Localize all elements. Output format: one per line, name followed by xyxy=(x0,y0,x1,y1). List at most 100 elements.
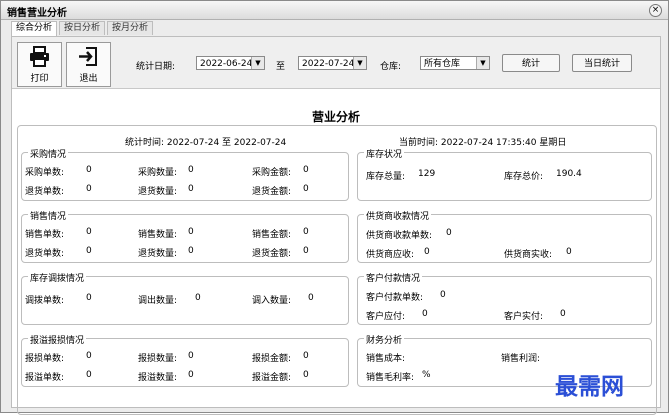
section-legend: 采购情况 xyxy=(28,147,69,160)
tab-daily[interactable]: 按日分析 xyxy=(59,21,106,35)
stat-button[interactable]: 统计 xyxy=(502,54,560,72)
sales-analysis-window: 销售营业分析 × 综合分析 按日分析 按月分析 打印 退出 统计日期: 2022… xyxy=(0,0,669,415)
field-value: 0 xyxy=(308,293,314,303)
field-value: 0 xyxy=(188,165,194,175)
field-value: 0 xyxy=(86,246,92,256)
section-legend: 库存调拨情况 xyxy=(28,271,87,284)
field-value: 0 xyxy=(424,247,430,257)
field-label: 调拨单数: xyxy=(25,296,65,306)
transfer-section: 库存调拨情况 调拨单数: 0 调出数量: 0 调入数量: 0 xyxy=(21,271,349,325)
field-label: 销售金额: xyxy=(252,230,292,240)
exit-icon xyxy=(79,47,97,66)
title-bar: 销售营业分析 × xyxy=(1,1,668,20)
sales-section: 销售情况 销售单数: 0 销售数量: 0 销售金额: 0 退货单数: 0 退货数… xyxy=(21,209,349,263)
stat-time: 统计时间: 2022-07-24 至 2022-07-24 xyxy=(125,138,287,148)
field-value: 0 xyxy=(188,370,194,380)
field-value: 0 xyxy=(86,227,92,237)
section-legend: 库存状况 xyxy=(364,147,405,160)
tab-strip: 综合分析 按日分析 按月分析 xyxy=(11,21,155,36)
loss-overflow-section: 报溢报损情况 报损单数: 0 报损数量: 0 报损金额: 0 报溢单数: 0 报… xyxy=(21,333,349,387)
toolbar: 打印 退出 统计日期: 2022-06-24 ▼ 至 2022-07-24 ▼ … xyxy=(12,37,660,89)
field-label: 销售毛利率: xyxy=(366,373,415,383)
field-label: 报损金额: xyxy=(252,354,292,364)
section-legend: 报溢报损情况 xyxy=(28,333,87,346)
field-label: 报损单数: xyxy=(25,354,65,364)
field-label: 退货金额: xyxy=(252,249,292,259)
tab-monthly[interactable]: 按月分析 xyxy=(107,21,154,35)
field-value: 0 xyxy=(303,370,309,380)
exit-button[interactable]: 退出 xyxy=(66,42,111,87)
supplier-receipt-section: 供货商收款情况 供货商收款单数: 0 供货商应收: 0 供货商实收: 0 xyxy=(357,209,652,263)
warehouse-value: 所有仓库 xyxy=(424,59,461,69)
field-label: 库存总价: xyxy=(504,172,544,182)
field-label: 销售单数: xyxy=(25,230,65,240)
close-icon[interactable]: × xyxy=(649,4,662,17)
field-value: 0 xyxy=(422,309,428,319)
window-title: 销售营业分析 xyxy=(7,8,67,19)
field-value: 0 xyxy=(560,309,566,319)
date-label: 统计日期: xyxy=(136,62,176,72)
field-label: 供货商收款单数: xyxy=(366,231,433,241)
field-label: 销售成本: xyxy=(366,354,406,364)
current-time: 当前时间: 2022-07-24 17:35:40 星期日 xyxy=(399,138,567,148)
field-label: 库存总量: xyxy=(366,172,406,182)
field-label: 调出数量: xyxy=(138,296,178,306)
field-label: 报损数量: xyxy=(138,354,178,364)
field-value: % xyxy=(422,370,431,380)
field-label: 退货金额: xyxy=(252,187,292,197)
field-value: 0 xyxy=(86,370,92,380)
print-label: 打印 xyxy=(30,74,49,84)
watermark: 最需网 xyxy=(555,373,624,400)
warehouse-label: 仓库: xyxy=(380,62,402,72)
field-value: 0 xyxy=(86,293,92,303)
field-label: 客户实付: xyxy=(504,312,544,322)
printer-icon xyxy=(30,46,49,67)
chevron-down-icon[interactable]: ▼ xyxy=(476,57,489,69)
section-legend: 财务分析 xyxy=(364,333,405,346)
tab-panel: 打印 退出 统计日期: 2022-06-24 ▼ 至 2022-07-24 ▼ … xyxy=(11,36,661,415)
section-legend: 客户付款情况 xyxy=(364,271,423,284)
field-value: 0 xyxy=(566,247,572,257)
chevron-down-icon[interactable]: ▼ xyxy=(251,57,264,69)
field-label: 退货数量: xyxy=(138,249,178,259)
exit-label: 退出 xyxy=(79,74,98,84)
field-value: 190.4 xyxy=(556,169,582,179)
print-button[interactable]: 打印 xyxy=(17,42,62,87)
field-label: 采购金额: xyxy=(252,168,292,178)
date-to-picker[interactable]: 2022-07-24 ▼ xyxy=(298,56,367,70)
page-title: 营业分析 xyxy=(311,110,360,124)
date-from-picker[interactable]: 2022-06-24 ▼ xyxy=(196,56,265,70)
field-value: 0 xyxy=(86,184,92,194)
field-value: 0 xyxy=(188,184,194,194)
warehouse-select[interactable]: 所有仓库 ▼ xyxy=(420,56,490,70)
section-legend: 销售情况 xyxy=(28,209,69,222)
chevron-down-icon[interactable]: ▼ xyxy=(353,57,366,69)
field-label: 采购数量: xyxy=(138,168,178,178)
field-label: 客户付款单数: xyxy=(366,293,424,303)
tab-comprehensive[interactable]: 综合分析 xyxy=(11,21,58,36)
field-value: 0 xyxy=(188,227,194,237)
report-sheet: 营业分析 统计时间: 2022-07-24 至 2022-07-24 当前时间:… xyxy=(12,89,660,415)
field-value: 129 xyxy=(418,169,436,179)
field-label: 销售利润: xyxy=(501,354,541,364)
field-label: 退货单数: xyxy=(25,249,65,259)
today-stat-button[interactable]: 当日统计 xyxy=(572,54,632,72)
field-value: 0 xyxy=(446,228,452,238)
field-value: 0 xyxy=(303,165,309,175)
field-value: 0 xyxy=(86,351,92,361)
field-value: 0 xyxy=(303,351,309,361)
field-value: 0 xyxy=(188,351,194,361)
field-value: 0 xyxy=(195,293,201,303)
field-value: 0 xyxy=(188,246,194,256)
field-label: 退货单数: xyxy=(25,187,65,197)
customer-payment-section: 客户付款情况 客户付款单数: 0 客户应付: 0 客户实付: 0 xyxy=(357,271,652,325)
field-label: 销售数量: xyxy=(138,230,178,240)
field-label: 采购单数: xyxy=(25,168,65,178)
field-value: 0 xyxy=(303,246,309,256)
field-label: 供货商实收: xyxy=(504,250,553,260)
date-from-value: 2022-06-24 xyxy=(200,59,253,69)
field-label: 报溢金额: xyxy=(252,373,292,383)
field-value: 0 xyxy=(303,184,309,194)
field-label: 报溢数量: xyxy=(138,373,178,383)
field-label: 报溢单数: xyxy=(25,373,65,383)
